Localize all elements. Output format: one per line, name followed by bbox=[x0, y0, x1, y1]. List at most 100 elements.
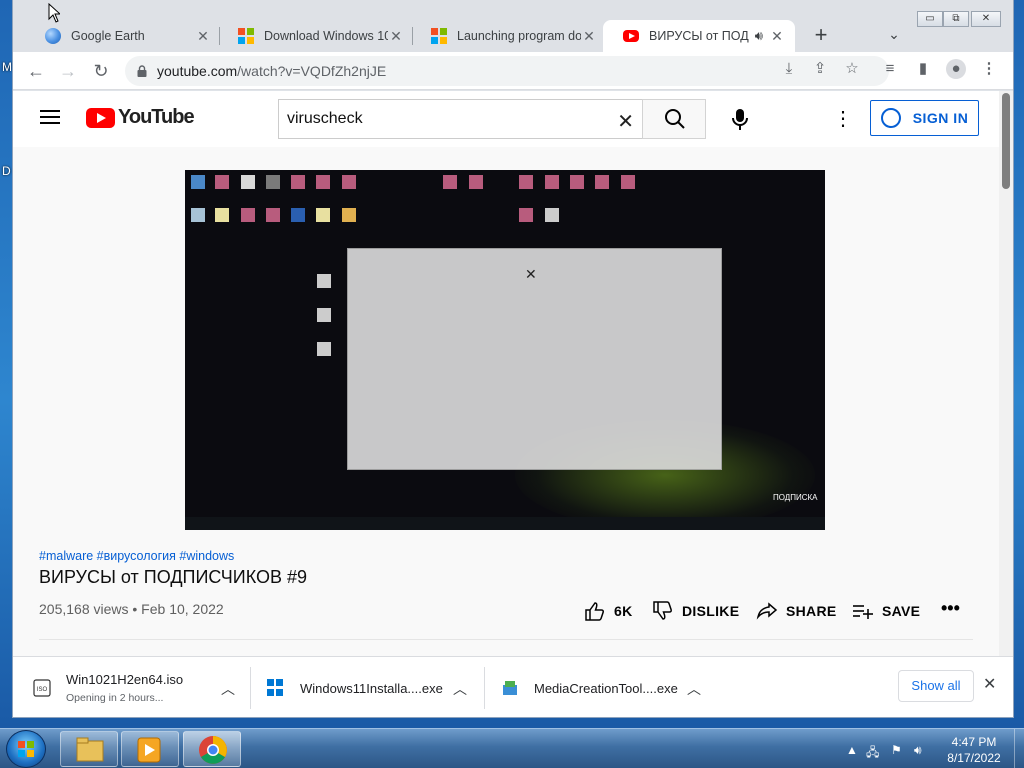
sign-in-label: SIGN IN bbox=[912, 110, 969, 126]
share-icon[interactable]: ⇪ bbox=[810, 59, 830, 79]
tab-download-windows[interactable]: Download Windows 10 ✕ bbox=[218, 20, 414, 52]
download-status: Opening in 2 hours... bbox=[66, 692, 164, 704]
youtube-page: YouTube viruscheck ✕ ⋮ SIGN IN ✕ ПОДПИСК… bbox=[13, 91, 999, 656]
tab-search-chevron-icon[interactable]: ⌄ bbox=[885, 26, 903, 44]
media-queue-icon[interactable]: ≡ bbox=[880, 59, 900, 79]
close-icon[interactable]: ✕ bbox=[581, 28, 597, 45]
dislike-label: DISLIKE bbox=[682, 603, 740, 619]
hamburger-menu-icon[interactable] bbox=[40, 110, 60, 124]
more-actions-icon[interactable]: ••• bbox=[941, 598, 960, 619]
url-path: /watch?v=VQDfZh2njJE bbox=[237, 63, 387, 79]
taskbar-media-player[interactable] bbox=[121, 731, 179, 767]
network-icon[interactable]: 🖧︎ bbox=[866, 743, 879, 764]
side-panel-icon[interactable]: ▮ bbox=[913, 59, 933, 79]
taskbar-file-explorer[interactable] bbox=[60, 731, 118, 767]
clear-search-icon[interactable]: ✕ bbox=[617, 109, 634, 134]
download-item[interactable]: MediaCreationTool....exe ︿ bbox=[501, 657, 719, 717]
divider bbox=[39, 639, 973, 640]
windows-logo-icon bbox=[18, 741, 34, 757]
tab-title: Download Windows 10 bbox=[264, 29, 388, 43]
download-filename: MediaCreationTool....exe bbox=[534, 680, 678, 696]
like-button[interactable]: 6K bbox=[584, 601, 633, 621]
close-icon[interactable]: ✕ bbox=[195, 28, 211, 45]
thumbs-up-icon bbox=[585, 602, 604, 621]
svg-text:ISO: ISO bbox=[37, 687, 48, 693]
tab-strip: Google Earth ✕ Download Windows 10 ✕ Lau… bbox=[13, 0, 1013, 52]
windows-installer-icon bbox=[267, 679, 285, 697]
microphone-icon[interactable] bbox=[724, 103, 756, 135]
chevron-up-icon[interactable]: ︿ bbox=[453, 679, 467, 699]
system-clock[interactable]: 4:47 PM 8/17/2022 bbox=[940, 734, 1008, 766]
media-creation-tool-icon bbox=[503, 681, 517, 695]
account-icon bbox=[880, 108, 901, 128]
youtube-icon bbox=[623, 30, 639, 42]
taskbar-chrome[interactable] bbox=[183, 731, 241, 767]
clock-date: 8/17/2022 bbox=[947, 751, 1001, 765]
video-player[interactable]: ✕ ПОДПИСКА bbox=[185, 170, 825, 530]
close-icon[interactable]: ✕ bbox=[769, 28, 785, 45]
profile-avatar-icon[interactable]: ● bbox=[946, 59, 966, 79]
dislike-button[interactable]: DISLIKE bbox=[652, 601, 739, 621]
reload-icon[interactable]: ↻ bbox=[89, 59, 113, 83]
tab-google-earth[interactable]: Google Earth ✕ bbox=[25, 20, 221, 52]
youtube-logo[interactable]: YouTube bbox=[86, 106, 195, 129]
settings-kebab-icon[interactable]: ⋮ bbox=[833, 107, 853, 131]
tab-launching-program[interactable]: Launching program dow ✕ bbox=[411, 20, 607, 52]
tab-title: Google Earth bbox=[71, 29, 145, 43]
share-arrow-icon bbox=[756, 602, 778, 620]
new-tab-button[interactable]: + bbox=[809, 24, 833, 48]
close-icon[interactable]: ✕ bbox=[983, 674, 996, 694]
lock-icon bbox=[137, 65, 147, 77]
download-filename: Windows11Installa....exe bbox=[300, 680, 443, 696]
downloads-shelf: ISO Win1021H2en64.iso Opening in 2 hours… bbox=[13, 656, 1013, 717]
chrome-icon bbox=[199, 736, 227, 764]
search-icon bbox=[665, 109, 685, 129]
mouse-cursor-icon bbox=[48, 3, 60, 23]
start-button[interactable] bbox=[6, 730, 46, 768]
scrollbar-thumb[interactable] bbox=[1002, 93, 1010, 189]
close-window-button[interactable]: ✕ bbox=[971, 11, 1001, 27]
playlist-add-icon bbox=[853, 605, 873, 619]
desktop-icon-label: D bbox=[2, 164, 11, 178]
minimize-button[interactable]: ▭ bbox=[917, 11, 943, 27]
share-label: SHARE bbox=[786, 603, 837, 619]
show-desktop-button[interactable] bbox=[1014, 729, 1024, 768]
chrome-menu-icon[interactable]: ⋮ bbox=[979, 59, 999, 79]
clock-time: 4:47 PM bbox=[951, 735, 997, 749]
microsoft-logo-icon bbox=[238, 28, 254, 44]
action-center-flag-icon[interactable]: ⚑ bbox=[891, 743, 902, 757]
save-button[interactable]: SAVE bbox=[852, 601, 920, 621]
tab-title: Launching program dow bbox=[457, 29, 581, 43]
close-icon[interactable]: ✕ bbox=[388, 28, 404, 45]
windows-taskbar: ▲ 🖧︎ ⚑ 🔊︎ 4:47 PM 8/17/2022 bbox=[0, 728, 1024, 768]
address-bar[interactable]: youtube.com /watch?v=VQDfZh2njJE bbox=[125, 56, 889, 86]
volume-icon[interactable]: 🔊︎ bbox=[914, 743, 922, 758]
share-button[interactable]: SHARE bbox=[756, 601, 837, 621]
sign-in-button[interactable]: SIGN IN bbox=[870, 100, 979, 136]
video-title: ВИРУСЫ от ПОДПИСЧИКОВ #9 bbox=[39, 567, 308, 587]
tab-youtube-video[interactable]: ВИРУСЫ от ПОДП 🔊︎ ✕ bbox=[603, 20, 795, 52]
youtube-play-icon bbox=[86, 107, 115, 128]
search-button[interactable] bbox=[642, 99, 706, 139]
url-host: youtube.com bbox=[157, 63, 238, 79]
back-arrow-icon[interactable]: ← bbox=[24, 59, 48, 83]
show-all-downloads-button[interactable]: Show all bbox=[898, 670, 974, 702]
like-count: 6K bbox=[614, 603, 633, 619]
tray-overflow-icon[interactable]: ▲ bbox=[846, 743, 858, 757]
page-scrollbar[interactable] bbox=[999, 91, 1013, 656]
chevron-up-icon[interactable]: ︿ bbox=[221, 679, 235, 699]
chrome-window: Google Earth ✕ Download Windows 10 ✕ Lau… bbox=[12, 0, 1014, 718]
browser-toolbar: ← → ↻ youtube.com /watch?v=VQDfZh2njJE ⤓… bbox=[13, 52, 1013, 90]
restore-button[interactable]: ⧉ bbox=[943, 11, 969, 27]
search-input[interactable]: viruscheck ✕ bbox=[278, 99, 642, 139]
chevron-up-icon[interactable]: ︿ bbox=[687, 679, 701, 699]
speaker-icon[interactable]: 🔊︎ bbox=[755, 28, 763, 44]
video-hashtags[interactable]: #malware #вирусология #windows bbox=[39, 549, 234, 563]
download-item[interactable]: ISO Win1021H2en64.iso Opening in 2 hours… bbox=[33, 657, 251, 717]
download-item[interactable]: Windows11Installa....exe ︿ bbox=[267, 657, 485, 717]
forward-arrow-icon[interactable]: → bbox=[56, 59, 80, 83]
bookmark-star-icon[interactable]: ☆ bbox=[842, 59, 862, 79]
divider bbox=[484, 667, 485, 709]
thumbs-down-icon bbox=[653, 601, 672, 620]
install-app-icon[interactable]: ⤓ bbox=[779, 59, 799, 79]
